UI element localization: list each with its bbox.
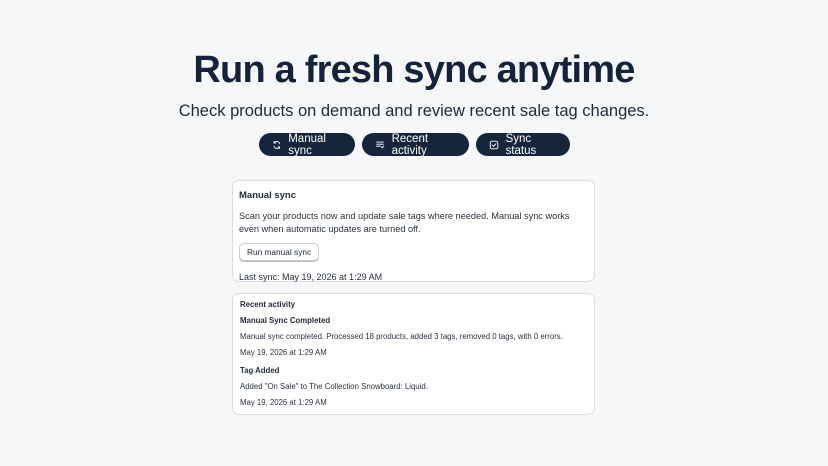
page-title: Run a fresh sync anytime [193, 49, 635, 91]
check-square-icon [489, 140, 498, 149]
nav-recent-activity-label: Recent activity [391, 132, 429, 157]
activity-item-date: May 19, 2026 at 1:29 AM [240, 398, 327, 407]
activity-item: Tag Added Added "On Sale" to The Collect… [240, 366, 587, 408]
nav-manual-sync-label: Manual sync [288, 132, 326, 157]
activity-item-title: Manual Sync Completed [240, 316, 331, 325]
activity-item: Manual Sync Completed Manual sync comple… [240, 316, 587, 358]
activity-item-description: Added "On Sale" to The Collection Snowbo… [240, 382, 428, 391]
nav-recent-activity-button[interactable]: Recent activity [361, 132, 469, 157]
activity-item-description: Manual sync completed. Processed 18 prod… [240, 332, 563, 341]
recent-activity-card: Recent activity Manual Sync Completed Ma… [232, 293, 595, 415]
nav-manual-sync-button[interactable]: Manual sync [258, 132, 355, 157]
manual-sync-card-title: Manual sync [239, 190, 297, 201]
nav-sync-status-button[interactable]: Sync status [475, 132, 570, 157]
manual-sync-description: Scan your products now and update sale t… [239, 211, 570, 234]
list-icon [375, 141, 384, 149]
run-manual-sync-button[interactable]: Run manual sync [239, 243, 320, 261]
nav-sync-status-label: Sync status [505, 132, 537, 157]
activity-item-date: May 19, 2026 at 1:29 AM [240, 348, 327, 357]
section-nav: Manual sync Recent activity Sync status [0, 132, 828, 157]
refresh-icon [273, 140, 280, 149]
activity-item-title: Tag Added [240, 366, 280, 375]
page-subtitle: Check products on demand and review rece… [178, 102, 650, 120]
last-sync-text: Last sync: May 19, 2026 at 1:29 AM [239, 272, 383, 282]
manual-sync-card: Manual sync Scan your products now and u… [232, 180, 595, 282]
recent-activity-card-title: Recent activity [240, 300, 296, 309]
